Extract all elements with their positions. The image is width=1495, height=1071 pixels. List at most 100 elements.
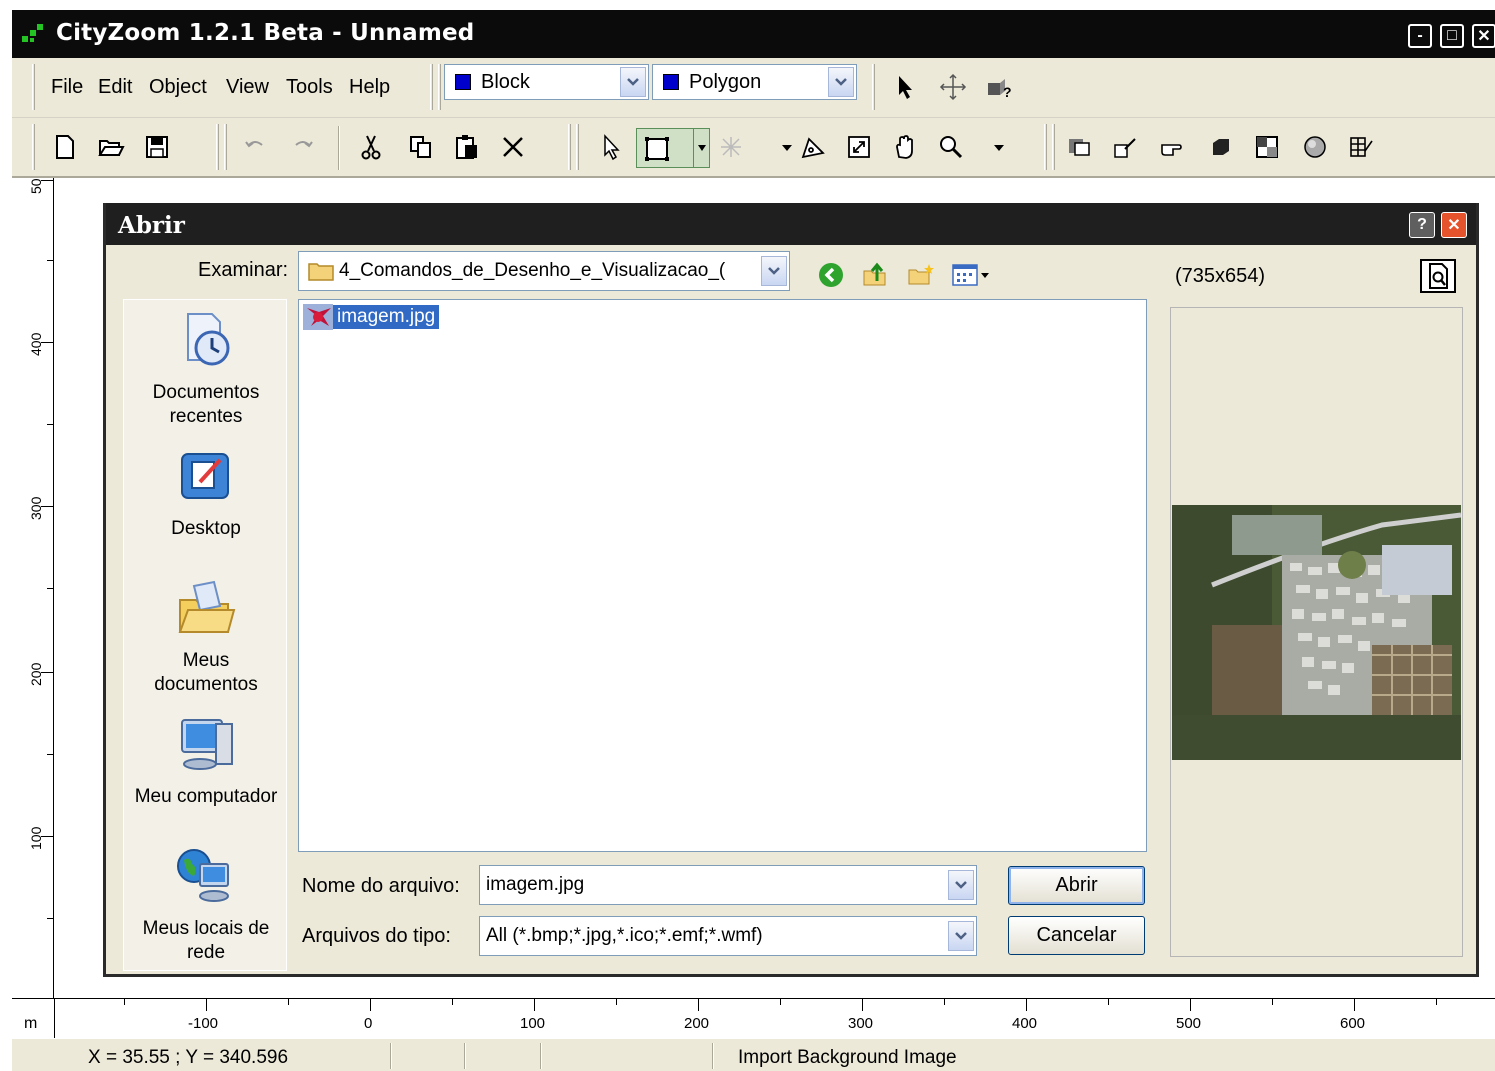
file-name: imagem.jpg: [333, 305, 440, 329]
main-toolbar: [12, 118, 1495, 178]
chevron-down-icon[interactable]: [620, 67, 646, 97]
dropdown-arrow-icon[interactable]: [984, 132, 1014, 162]
place-desktop[interactable]: Desktop: [124, 446, 288, 541]
toolbar-grip[interactable]: [1052, 124, 1055, 170]
open-folder-icon[interactable]: [96, 132, 126, 162]
my-computer-icon: [181, 719, 233, 770]
open-button[interactable]: Abrir: [1008, 866, 1145, 905]
up-folder-icon[interactable]: [860, 260, 890, 290]
redo-icon[interactable]: [288, 132, 318, 162]
chevron-down-icon[interactable]: [761, 256, 787, 286]
menu-object[interactable]: Object: [149, 76, 207, 99]
place-recent-documents[interactable]: Documentos recentes: [124, 310, 288, 429]
view-menu-icon[interactable]: [950, 260, 996, 290]
maximize-button[interactable]: □: [1440, 24, 1464, 48]
save-icon[interactable]: [142, 132, 172, 162]
toolbar-grip[interactable]: [438, 64, 441, 110]
help-button[interactable]: ?: [1409, 212, 1435, 238]
chevron-down-icon[interactable]: [828, 67, 854, 97]
new-folder-icon[interactable]: [906, 260, 936, 290]
block-3d-icon[interactable]: [1206, 132, 1236, 162]
new-file-icon[interactable]: [50, 132, 80, 162]
place-my-documents[interactable]: Meus documentos: [124, 578, 288, 697]
close-button[interactable]: ✕: [1472, 24, 1495, 48]
pan-hand-icon[interactable]: [890, 132, 920, 162]
undo-icon[interactable]: [240, 132, 270, 162]
vertical-ruler: 50 400 300 200 100: [12, 178, 54, 998]
layers-icon[interactable]: [1064, 132, 1094, 162]
toolbar-grip[interactable]: [32, 64, 35, 110]
preview-page-icon: [1429, 263, 1448, 289]
move-icon[interactable]: [938, 72, 968, 102]
look-in-combo[interactable]: 4_Comandos_de_Desenho_e_Visualizacao_(: [298, 251, 790, 291]
chevron-down-icon[interactable]: [693, 129, 709, 167]
object-query-icon[interactable]: ?: [984, 72, 1014, 102]
place-network[interactable]: Meus locais de rede: [124, 846, 288, 965]
network-places-icon: [177, 849, 229, 902]
filename-input[interactable]: imagem.jpg: [479, 865, 977, 905]
status-coordinates: X = 35.55 ; Y = 340.596: [88, 1047, 289, 1068]
toolbar-grip[interactable]: [872, 64, 875, 110]
recent-documents-icon: [187, 313, 230, 366]
dialog-close-button[interactable]: ✕: [1441, 212, 1467, 238]
menu-edit[interactable]: Edit: [98, 76, 132, 99]
chevron-down-icon[interactable]: [948, 870, 974, 900]
list-item[interactable]: imagem.jpg: [303, 304, 440, 330]
shape-combo[interactable]: Polygon: [652, 64, 857, 100]
look-in-value: 4_Comandos_de_Desenho_e_Visualizacao_(: [339, 260, 726, 281]
toolbar-separator: [338, 126, 340, 170]
shape-combo-value: Polygon: [689, 70, 762, 93]
sphere-icon[interactable]: [1300, 132, 1330, 162]
layer-combo[interactable]: Block: [444, 64, 649, 100]
ruler-label: 400: [1012, 1015, 1038, 1032]
edit-object-icon[interactable]: [1110, 132, 1140, 162]
my-documents-icon: [178, 580, 236, 633]
paste-icon[interactable]: [452, 132, 482, 162]
back-arrow-icon[interactable]: [816, 260, 846, 290]
draw-rectangle-button[interactable]: [636, 128, 710, 168]
toolbar-grip[interactable]: [216, 124, 219, 170]
copy-icon[interactable]: [406, 132, 436, 162]
zoom-extents-icon[interactable]: [844, 132, 874, 162]
table-edit-icon[interactable]: [1346, 132, 1376, 162]
menu-tools[interactable]: Tools: [286, 76, 333, 99]
look-in-label: Examinar:: [198, 259, 289, 281]
toolbar-grip[interactable]: [576, 124, 579, 170]
filetype-value: All (*.bmp;*.jpg,*.ico;*.emf;*.wmf): [486, 925, 763, 946]
window-title: CityZoom 1.2.1 Beta - Unnamed: [56, 20, 475, 46]
pen-tool-icon[interactable]: [798, 132, 828, 162]
places-bar: Documentos recentes Desktop Meus documen…: [123, 299, 287, 971]
place-my-computer[interactable]: Meu computador: [124, 714, 288, 809]
cut-icon[interactable]: [356, 132, 386, 162]
cancel-button[interactable]: Cancelar: [1008, 916, 1145, 955]
toolbar-grip[interactable]: [224, 124, 227, 170]
title-bar[interactable]: CityZoom 1.2.1 Beta - Unnamed - □ ✕: [12, 10, 1495, 58]
ruler-label: 300: [848, 1015, 874, 1032]
place-label: Meus documentos: [154, 650, 258, 695]
delete-icon[interactable]: [498, 132, 528, 162]
toolbar-grip[interactable]: [1044, 124, 1047, 170]
toolbar-grip[interactable]: [32, 124, 35, 170]
layer-combo-value: Block: [481, 70, 530, 93]
filetype-select[interactable]: All (*.bmp;*.jpg,*.ico;*.emf;*.wmf): [479, 916, 977, 956]
minimize-button[interactable]: -: [1408, 24, 1432, 48]
menu-help[interactable]: Help: [349, 76, 390, 99]
menu-file[interactable]: File: [51, 76, 83, 99]
pointing-hand-icon[interactable]: [1158, 132, 1188, 162]
preview-toggle-button[interactable]: [1420, 259, 1456, 293]
toolbar-grip[interactable]: [568, 124, 571, 170]
filetype-label: Arquivos do tipo:: [302, 925, 451, 947]
snap-grid-icon[interactable]: [716, 132, 746, 162]
texture-icon[interactable]: [1252, 132, 1282, 162]
pointer-icon[interactable]: [596, 132, 626, 162]
dialog-title: Abrir: [118, 212, 185, 239]
filename-label: Nome do arquivo:: [302, 875, 460, 897]
zoom-magnifier-icon[interactable]: [936, 132, 966, 162]
toolbar-grip[interactable]: [430, 64, 433, 110]
chevron-down-icon[interactable]: [948, 921, 974, 951]
horizontal-ruler: m -100 0 100 200 300 400 500 600: [12, 998, 1495, 1039]
dialog-title-bar[interactable]: Abrir ? ✕: [106, 203, 1476, 245]
select-arrow-icon[interactable]: [890, 72, 920, 102]
file-list[interactable]: imagem.jpg: [298, 299, 1147, 852]
menu-view[interactable]: View: [226, 76, 269, 99]
